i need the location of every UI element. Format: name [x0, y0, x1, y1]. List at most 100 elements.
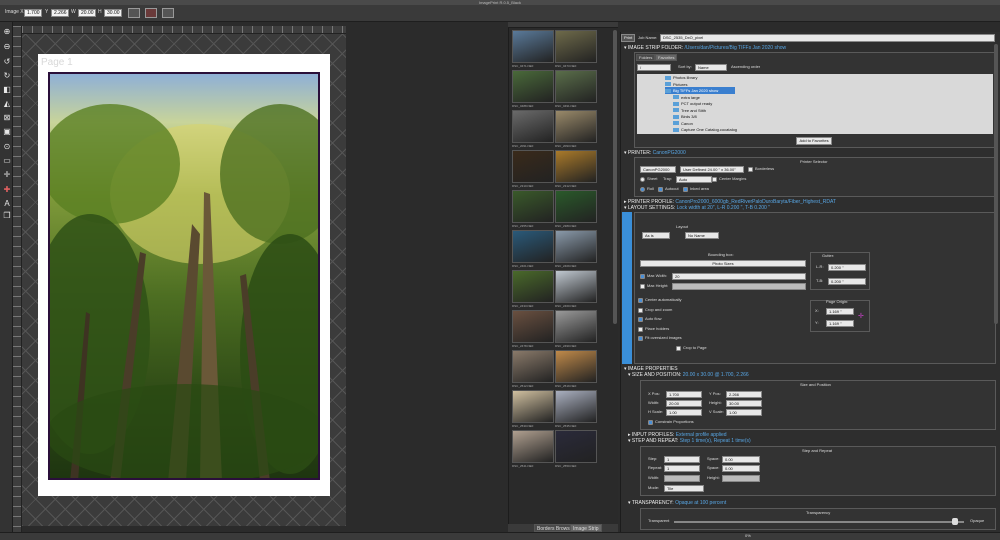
layout-settings-header[interactable]: ▾ LAYOUT SETTINGS: Lock width at 20", L-…	[624, 205, 770, 211]
rotate-left-icon[interactable]: ↺	[3, 58, 11, 66]
max-height-input[interactable]	[672, 283, 806, 290]
step-input[interactable]: 1	[664, 456, 700, 463]
crop-to-page-checkbox[interactable]	[676, 346, 681, 351]
paper-size-select[interactable]: User Defined 24.00 " x 36.00"	[680, 166, 744, 173]
center-margins-checkbox[interactable]	[712, 177, 717, 182]
image-strip-scrollbar[interactable]	[613, 30, 617, 324]
space1-input[interactable]: 0.00	[722, 456, 760, 463]
path-select[interactable]: /	[637, 64, 671, 71]
borderless-checkbox[interactable]	[748, 167, 753, 172]
origin-marker-icon[interactable]: ✛	[858, 312, 864, 320]
tab-image-strip[interactable]: Image Strip	[570, 524, 602, 532]
gutter-tb-input[interactable]: 0.200 "	[828, 278, 866, 285]
h-input[interactable]: 30.00	[104, 9, 122, 17]
zoom-out-icon[interactable]: ⊖	[3, 43, 11, 51]
size-position-header[interactable]: ▾ SIZE AND POSITION: 20.00 x 30.00 @ 1.7…	[628, 372, 749, 378]
transparency-header[interactable]: ▾ TRANSPARENCY: Opaque at 100 percent	[628, 500, 726, 506]
step-repeat-header[interactable]: ▾ STEP AND REPEAT: Step 1 time(s), Repea…	[628, 438, 751, 444]
thumbnail[interactable]	[555, 190, 597, 223]
grid-icon[interactable]	[162, 8, 174, 18]
page-origin-x-input[interactable]: 1.169 "	[826, 308, 854, 315]
thumbnail[interactable]	[512, 150, 554, 183]
inked-area-checkbox[interactable]	[683, 187, 688, 192]
sort-by-select[interactable]: Name	[695, 64, 727, 71]
thumbnail[interactable]	[512, 430, 554, 463]
placed-photo[interactable]	[48, 72, 320, 480]
tray-select[interactable]: Auto	[676, 176, 712, 183]
image-strip-folder-header[interactable]: ▾ IMAGE STRIP FOLDER: /Users/dan/Picture…	[624, 45, 786, 51]
transparency-slider-handle[interactable]	[952, 518, 959, 525]
max-width-input[interactable]: 20	[672, 273, 806, 280]
roll-radio[interactable]	[640, 187, 645, 192]
layout-option-checkbox[interactable]	[638, 307, 643, 313]
vscale-input[interactable]: 1.00	[726, 409, 762, 416]
thumbnail[interactable]	[512, 310, 554, 343]
folder-tree[interactable]: Photos library Pictures Big TIFFs Jan 2020…	[637, 74, 993, 134]
sr-width-input[interactable]	[664, 475, 700, 482]
thumbnail[interactable]	[555, 150, 597, 183]
layout-option-checkbox[interactable]	[638, 336, 643, 341]
order-select[interactable]: Ascending order	[731, 64, 760, 70]
space2-input[interactable]: 0.00	[722, 465, 760, 472]
center-icon[interactable]: ⊙	[3, 143, 11, 151]
page-origin-y-input[interactable]: 1.169 "	[826, 320, 854, 327]
image-x-input[interactable]: 1.700	[24, 9, 42, 17]
printer-model-select[interactable]: CanonPG2000	[640, 166, 676, 173]
y-input[interactable]: 2.266	[51, 9, 69, 17]
folder-tree-item[interactable]: Capture One Catalog.cocatalog	[673, 126, 737, 133]
height-input[interactable]: 30.00	[726, 400, 762, 407]
layout-as-is-select[interactable]: As is	[642, 232, 670, 239]
width-input[interactable]: 20.00	[666, 400, 702, 407]
thumbnail[interactable]	[555, 230, 597, 263]
tab-folders[interactable]: Folders	[636, 54, 656, 61]
bounding-box-select[interactable]: Photo Sizes	[640, 260, 806, 267]
layout-option-checkbox[interactable]	[638, 298, 643, 303]
panel-scrollbar[interactable]	[994, 44, 998, 324]
thumbnail[interactable]	[555, 110, 597, 143]
add-to-favorites-button[interactable]: Add to Favorites	[796, 137, 832, 145]
max-width-checkbox[interactable]	[640, 274, 645, 279]
thumbnail[interactable]	[512, 230, 554, 263]
thumbnail[interactable]	[555, 70, 597, 103]
constrain-checkbox[interactable]	[648, 420, 653, 425]
mirror-icon[interactable]: ◭	[3, 100, 11, 108]
print-button[interactable]: Print	[621, 34, 635, 42]
thumbnail[interactable]	[555, 430, 597, 463]
w-input[interactable]: 20.00	[78, 9, 96, 17]
thumbnail[interactable]	[555, 270, 597, 303]
ypos-input[interactable]: 2.266	[726, 391, 762, 398]
layout-option-checkbox[interactable]	[638, 317, 643, 322]
color-mode-icon[interactable]	[145, 8, 157, 18]
thumbnail[interactable]	[555, 310, 597, 343]
gutter-lr-input[interactable]: 0.200 "	[828, 264, 866, 271]
max-height-checkbox[interactable]	[640, 284, 645, 289]
rotate-right-icon[interactable]: ↻	[3, 72, 11, 80]
printer-header[interactable]: ▾ PRINTER: CanonPG2000	[624, 150, 686, 156]
move-icon[interactable]: ✛	[3, 171, 11, 179]
layout-option-checkbox[interactable]	[638, 326, 643, 332]
image-strip[interactable]: DSC_0471.NEF DSC_0473.NEF DSC_0488.NEF DSC_…	[508, 28, 618, 532]
text-icon[interactable]: A	[3, 200, 11, 208]
xpos-input[interactable]: 1.700	[666, 391, 702, 398]
thumbnail[interactable]	[512, 390, 554, 423]
tab-favorites[interactable]: Favorites	[655, 54, 678, 61]
thumbnail[interactable]	[555, 350, 597, 383]
thumbnail[interactable]	[512, 350, 554, 383]
thumbnail[interactable]	[512, 70, 554, 103]
hscale-input[interactable]: 1.00	[666, 409, 702, 416]
flip-icon[interactable]: ◧	[3, 86, 11, 94]
mode-select[interactable]: Tile	[664, 485, 704, 492]
fit-icon[interactable]: ▣	[3, 128, 11, 136]
zoom-in-icon[interactable]: ⊕	[3, 28, 11, 36]
thumbnail[interactable]	[555, 390, 597, 423]
thumbnail[interactable]	[555, 30, 597, 63]
ruler-icon[interactable]: ▭	[3, 157, 11, 165]
sr-height-input[interactable]	[722, 475, 760, 482]
thumbnail[interactable]	[512, 110, 554, 143]
thumbnail[interactable]	[512, 30, 554, 63]
sheet-radio[interactable]	[640, 177, 645, 182]
thumbnail[interactable]	[512, 270, 554, 303]
crop-icon[interactable]: ⊠	[3, 114, 11, 122]
transparency-slider-track[interactable]	[674, 521, 964, 523]
autocut-checkbox[interactable]	[658, 187, 663, 192]
